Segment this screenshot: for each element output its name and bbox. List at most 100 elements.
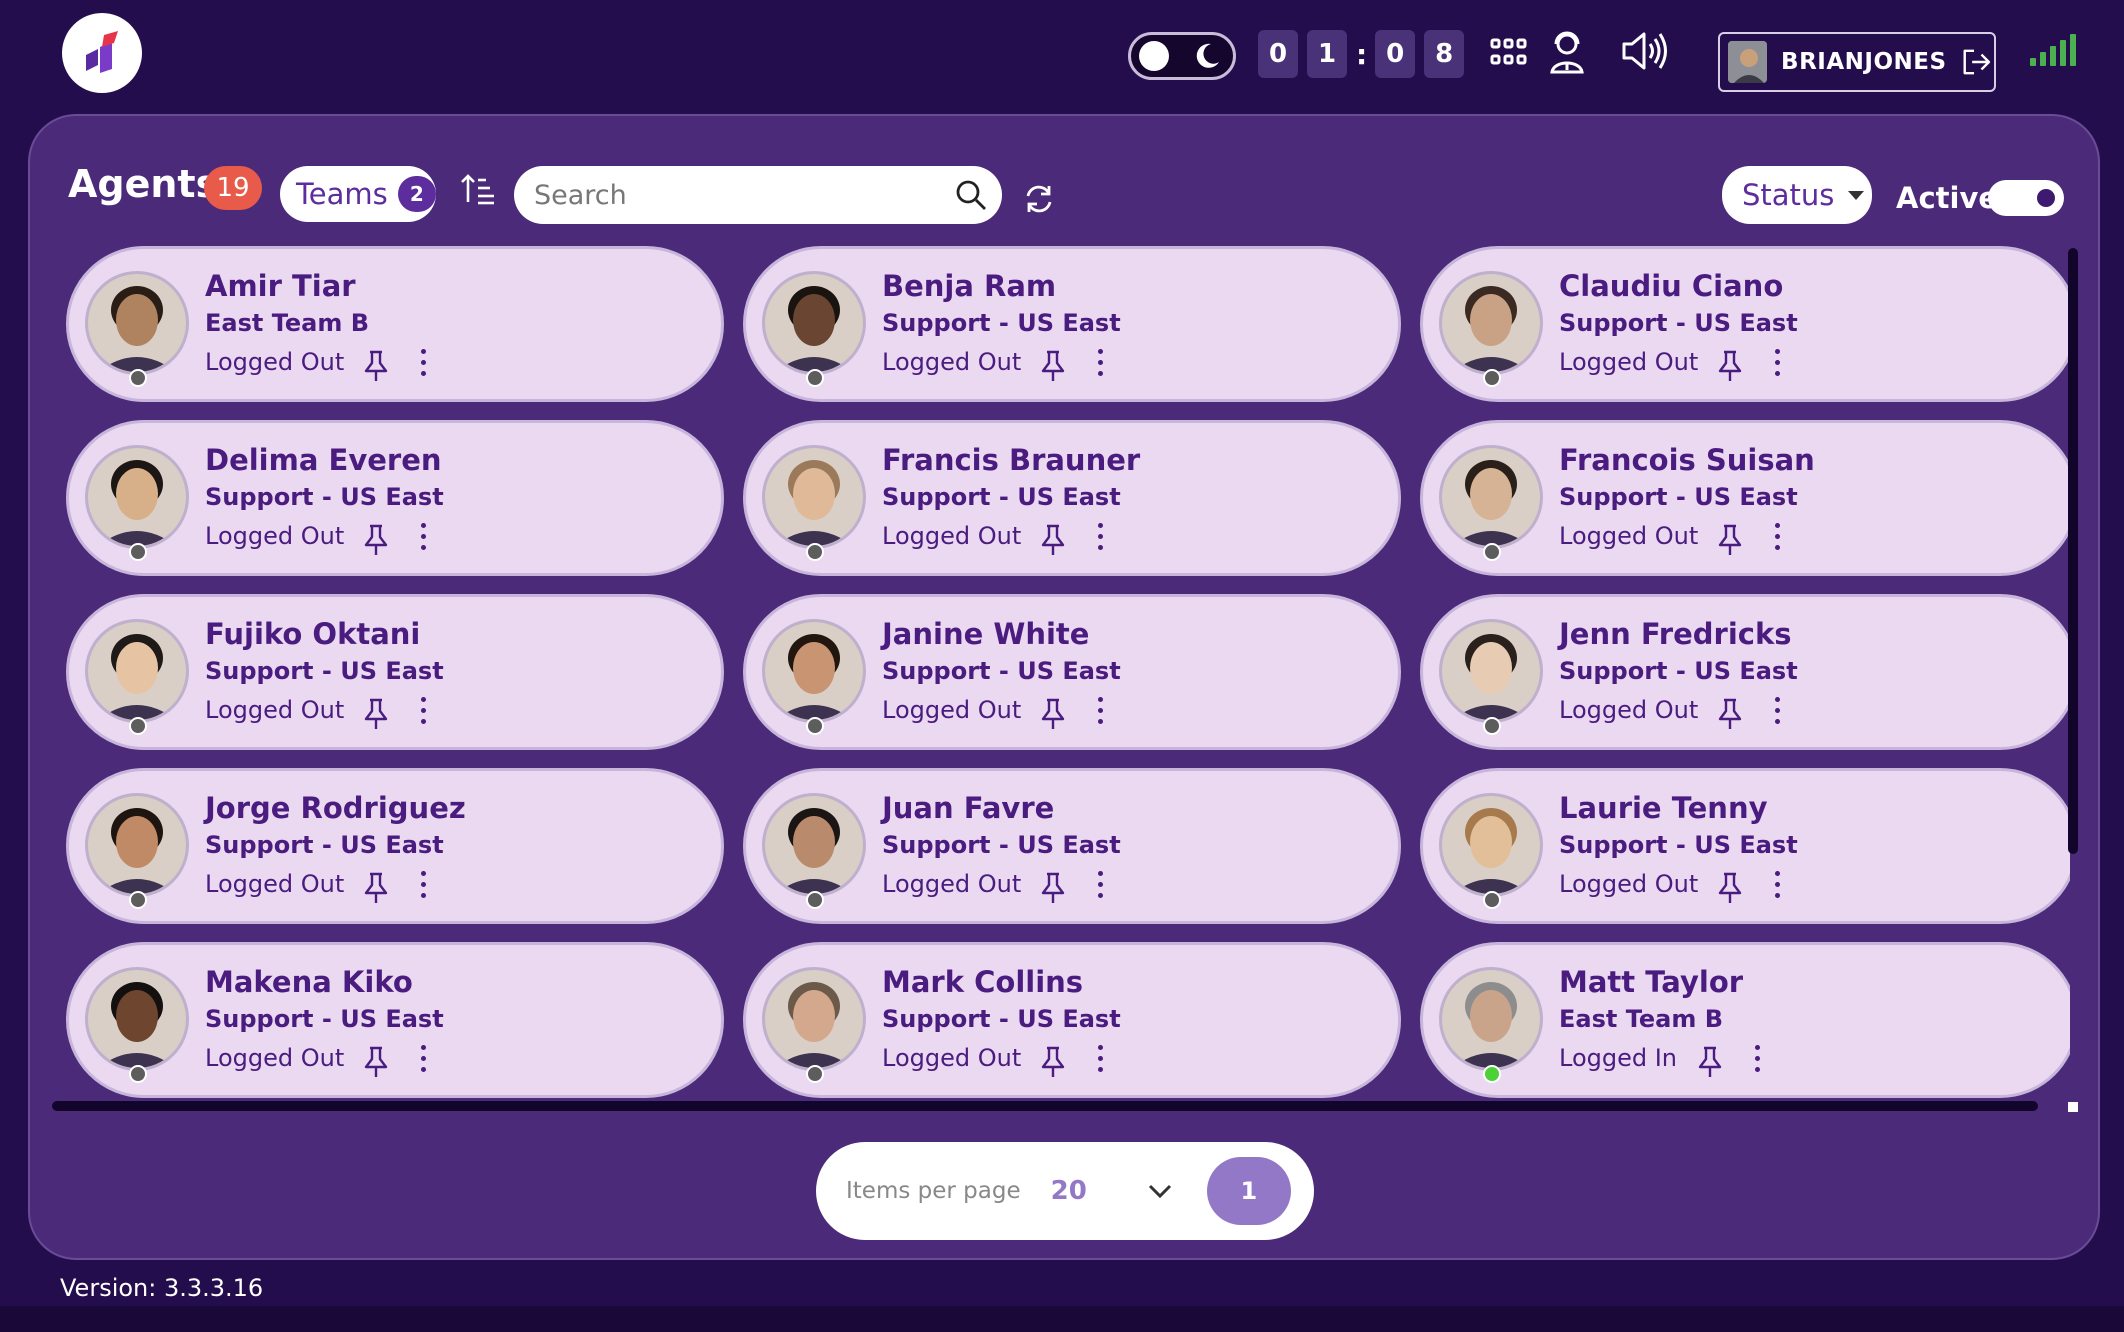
agent-avatar-wrap	[762, 271, 866, 387]
agent-team: Support - US East	[1559, 657, 1798, 685]
agent-card[interactable]: Jorge Rodriguez Support - US East Logged O…	[66, 768, 724, 924]
logout-icon[interactable]	[1961, 46, 1994, 78]
agent-card[interactable]: Mark Collins Support - US East Logged Out	[743, 942, 1401, 1098]
more-options-icon[interactable]	[419, 349, 429, 382]
agent-avatar	[1439, 619, 1543, 723]
agent-team: Support - US East	[205, 483, 444, 511]
more-options-icon[interactable]	[1753, 1045, 1763, 1078]
pin-icon[interactable]	[1039, 871, 1067, 905]
agent-avatar	[762, 967, 866, 1071]
pin-icon[interactable]	[1716, 697, 1744, 731]
agent-avatar-wrap	[762, 445, 866, 561]
agent-name: Mark Collins	[882, 965, 1084, 999]
agent-avatar-wrap	[1439, 271, 1543, 387]
more-options-icon[interactable]	[1096, 523, 1106, 556]
agent-avatar	[85, 967, 189, 1071]
pagination: Items per page 20 1	[816, 1142, 1314, 1240]
agent-avatar-wrap	[85, 619, 189, 735]
teams-button[interactable]: Teams 2	[280, 166, 436, 222]
agent-status: Logged Out	[205, 348, 345, 376]
items-per-page-value[interactable]: 20	[1051, 1176, 1087, 1206]
vertical-scrollbar[interactable]	[2068, 248, 2078, 854]
teams-label: Teams	[296, 177, 388, 211]
pin-icon[interactable]	[362, 697, 390, 731]
agent-avatar-wrap	[762, 793, 866, 909]
apps-grid-icon[interactable]	[1490, 38, 1528, 68]
teams-count-badge: 2	[397, 176, 436, 212]
agent-card[interactable]: Juan Favre Support - US East Logged Out	[743, 768, 1401, 924]
agent-avatar	[1439, 445, 1543, 549]
agent-card[interactable]: Jenn Fredricks Support - US East Logged Ou…	[1420, 594, 2070, 750]
agent-card[interactable]: Laurie Tenny Support - US East Logged Out	[1420, 768, 2070, 924]
status-filter-dropdown[interactable]: Status	[1722, 166, 1872, 224]
page-button[interactable]: 1	[1206, 1157, 1291, 1225]
agent-headset-icon[interactable]	[1548, 30, 1586, 74]
more-options-icon[interactable]	[419, 871, 429, 904]
agent-status: Logged Out	[205, 696, 345, 724]
volume-icon[interactable]	[1620, 30, 1670, 72]
agent-card[interactable]: Francois Suisan Support - US East Logged O…	[1420, 420, 2070, 576]
agent-name: Benja Ram	[882, 269, 1057, 303]
search-input[interactable]	[534, 179, 934, 211]
more-options-icon[interactable]	[1773, 523, 1783, 556]
pin-icon[interactable]	[1039, 523, 1067, 557]
top-bar: 0 1 : 0 8 BRIANJONES	[0, 0, 2124, 110]
agent-avatar	[1439, 967, 1543, 1071]
agent-avatar	[1439, 271, 1543, 375]
more-options-icon[interactable]	[1096, 1045, 1106, 1078]
more-options-icon[interactable]	[1773, 697, 1783, 730]
pin-icon[interactable]	[1696, 1045, 1724, 1079]
agent-team: Support - US East	[882, 483, 1121, 511]
active-label: Active	[1896, 181, 1999, 215]
agent-avatar-wrap	[1439, 967, 1543, 1083]
pin-icon[interactable]	[362, 523, 390, 557]
agent-team: East Team B	[205, 309, 370, 337]
pin-icon[interactable]	[362, 1045, 390, 1079]
agent-name: Makena Kiko	[205, 965, 413, 999]
theme-toggle[interactable]	[1128, 32, 1236, 80]
sort-icon[interactable]	[460, 172, 496, 206]
agent-card[interactable]: Amir Tiar East Team B Logged Out	[66, 246, 724, 402]
more-options-icon[interactable]	[419, 697, 429, 730]
more-options-icon[interactable]	[1096, 871, 1106, 904]
pin-icon[interactable]	[1039, 1045, 1067, 1079]
more-options-icon[interactable]	[419, 1045, 429, 1078]
pin-icon[interactable]	[1716, 349, 1744, 383]
pin-icon[interactable]	[1039, 697, 1067, 731]
more-options-icon[interactable]	[419, 523, 429, 556]
search-icon[interactable]	[954, 178, 988, 212]
agent-team: Support - US East	[205, 1005, 444, 1033]
agent-card[interactable]: Claudiu Ciano Support - US East Logged Out	[1420, 246, 2070, 402]
agent-card[interactable]: Matt Taylor East Team B Logged In	[1420, 942, 2070, 1098]
agent-team: Support - US East	[205, 657, 444, 685]
presence-dot	[806, 1065, 824, 1083]
agent-card[interactable]: Fujiko Oktani Support - US East Logged Out	[66, 594, 724, 750]
agent-status: Logged Out	[205, 1044, 345, 1072]
more-options-icon[interactable]	[1773, 871, 1783, 904]
more-options-icon[interactable]	[1773, 349, 1783, 382]
more-options-icon[interactable]	[1096, 349, 1106, 382]
pin-icon[interactable]	[362, 871, 390, 905]
refresh-icon[interactable]	[1022, 182, 1056, 216]
pin-icon[interactable]	[1716, 523, 1744, 557]
chevron-down-icon[interactable]	[1147, 1182, 1173, 1200]
version-label: Version: 3.3.3.16	[60, 1274, 264, 1302]
agent-card[interactable]: Francis Brauner Support - US East Logged O…	[743, 420, 1401, 576]
agent-name: Francis Brauner	[882, 443, 1141, 477]
search-box	[514, 166, 1002, 224]
agent-card[interactable]: Janine White Support - US East Logged Out	[743, 594, 1401, 750]
active-toggle[interactable]	[1988, 180, 2064, 216]
horizontal-scrollbar[interactable]	[52, 1101, 2038, 1111]
pin-icon[interactable]	[1039, 349, 1067, 383]
app-logo[interactable]	[62, 13, 142, 93]
pin-icon[interactable]	[362, 349, 390, 383]
more-options-icon[interactable]	[1096, 697, 1106, 730]
pin-icon[interactable]	[1716, 871, 1744, 905]
agent-team: Support - US East	[1559, 309, 1798, 337]
agent-name: Claudiu Ciano	[1559, 269, 1784, 303]
agent-card[interactable]: Makena Kiko Support - US East Logged Out	[66, 942, 724, 1098]
user-menu[interactable]: BRIANJONES	[1718, 32, 1996, 92]
agent-card[interactable]: Delima Everen Support - US East Logged Out	[66, 420, 724, 576]
agent-card[interactable]: Benja Ram Support - US East Logged Out	[743, 246, 1401, 402]
agent-team: Support - US East	[1559, 831, 1798, 859]
